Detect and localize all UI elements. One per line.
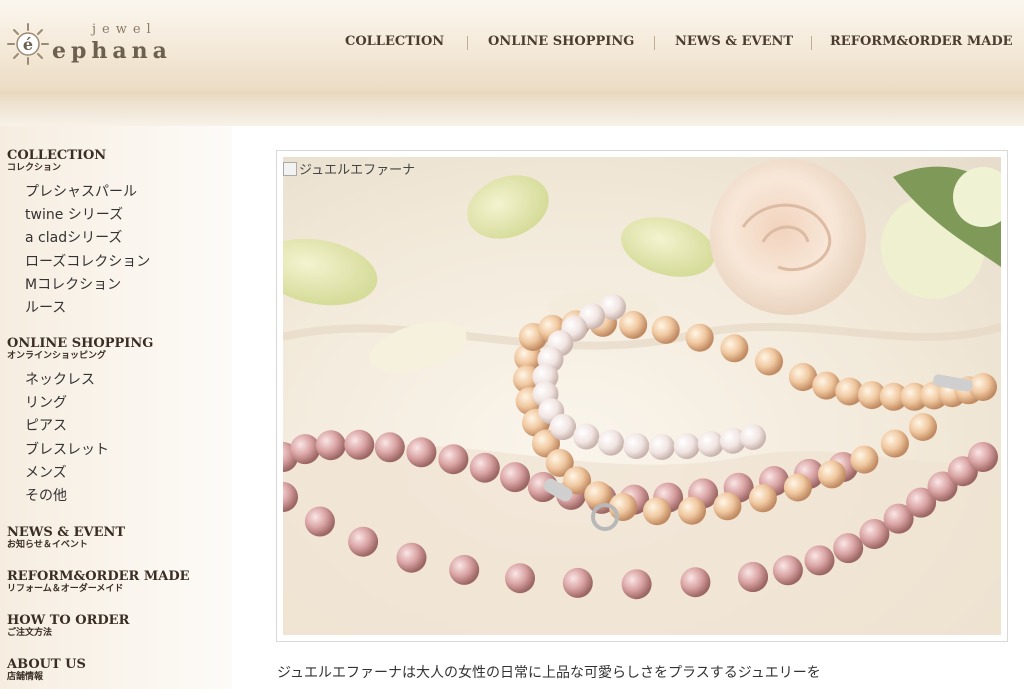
pearl xyxy=(348,526,379,557)
sidebar-heading-online-shopping[interactable]: ONLINE SHOPPING xyxy=(7,337,153,351)
sidebar-heading-news-event[interactable]: NEWS & EVENT xyxy=(7,526,125,540)
pearl xyxy=(673,433,700,460)
sidebar-collection-list: プレシャスパール twine シリーズ a cladシリーズ ローズコレクション… xyxy=(25,181,150,320)
pearl xyxy=(623,433,650,459)
gnav-news-event[interactable]: NEWS & EVENT xyxy=(675,34,793,49)
header-band xyxy=(0,92,1024,126)
sidebar-heading-collection[interactable]: COLLECTION xyxy=(7,149,106,163)
pearl xyxy=(621,569,652,600)
pearl xyxy=(697,430,724,457)
pearl xyxy=(804,545,835,576)
sidebar-heading-how-to-order[interactable]: HOW TO ORDER xyxy=(7,614,129,628)
sidebar-item-other[interactable]: その他 xyxy=(25,485,109,508)
pearl xyxy=(720,334,749,363)
sidebar-item-rose-collection[interactable]: ローズコレクション xyxy=(25,251,150,274)
intro-text: ジュエルエファーナは大人の女性の日常に上品な可愛らしさをプラスするジュエリーを xyxy=(277,665,821,681)
pearl xyxy=(783,473,812,502)
site-header: é jewel ephana COLLECTION ONLINE SHOPPIN… xyxy=(0,0,1024,92)
pearl xyxy=(573,423,600,450)
pearl xyxy=(880,429,909,458)
svg-text:é: é xyxy=(23,35,33,54)
sidebar-item-twine[interactable]: twine シリーズ xyxy=(25,204,150,227)
pearl xyxy=(562,567,593,598)
sidebar-section-collection: COLLECTION コレクション xyxy=(7,149,106,174)
sidebar-subheading-collection: コレクション xyxy=(7,163,62,173)
sidebar-subheading-online-shopping: オンラインショッピング xyxy=(7,351,107,361)
pearl xyxy=(304,506,335,537)
pearl xyxy=(598,429,624,456)
pearl xyxy=(817,460,846,489)
sidebar-heading-about-us[interactable]: ABOUT US xyxy=(7,658,86,672)
sidebar-subheading-news-event: お知らせ＆イベント xyxy=(7,540,88,550)
pearl xyxy=(651,315,680,344)
pearl xyxy=(968,442,998,472)
pearl xyxy=(550,414,576,440)
pearl xyxy=(678,496,706,525)
logo-brand-name: ephana xyxy=(52,38,172,64)
pearl xyxy=(740,424,766,450)
sidebar-item-earrings[interactable]: ピアス xyxy=(25,415,109,438)
hero-image-frame: ジュエルエファーナ xyxy=(276,150,1008,642)
sidebar-item-necklace[interactable]: ネックレス xyxy=(25,369,109,392)
pearl xyxy=(290,434,321,465)
gnav-reform-order[interactable]: REFORM&ORDER MADE xyxy=(830,34,1013,49)
sidebar-item-precious-pearl[interactable]: プレシャスパール xyxy=(25,181,150,204)
gnav-divider xyxy=(654,36,655,50)
sidebar-section-how-to-order: HOW TO ORDER ご注文方法 xyxy=(7,614,129,639)
pearl xyxy=(344,429,375,460)
sidebar-subheading-about-us: 店舗情報 xyxy=(7,672,44,682)
pearl xyxy=(643,497,671,526)
sidebar-subheading-how-to-order: ご注文方法 xyxy=(7,628,53,638)
sidebar-section-online-shopping: ONLINE SHOPPING オンラインショッピング xyxy=(7,337,153,362)
sidebar-item-ring[interactable]: リング xyxy=(25,392,109,415)
site-logo[interactable]: é jewel ephana xyxy=(6,18,191,68)
hero-image: ジュエルエファーナ xyxy=(283,157,1001,635)
pearl xyxy=(772,555,803,586)
sidebar-item-loose[interactable]: ルース xyxy=(25,297,150,320)
sidebar-subheading-reform: リフォーム＆オーダーメイド xyxy=(7,584,124,594)
hero-image-alt: ジュエルエファーナ xyxy=(283,159,415,178)
sidebar-item-a-clad[interactable]: a cladシリーズ xyxy=(25,227,150,250)
pearl xyxy=(500,462,530,493)
pearl xyxy=(619,310,648,339)
pearl xyxy=(449,554,480,585)
pearl-necklace-illustration xyxy=(283,159,1001,635)
sidebar-section-about-us: ABOUT US 店舗情報 xyxy=(7,658,86,683)
sidebar-heading-reform[interactable]: REFORM&ORDER MADE xyxy=(7,570,190,584)
pearl xyxy=(738,562,768,592)
gnav-divider xyxy=(811,36,812,50)
sidebar-item-m-collection[interactable]: Mコレクション xyxy=(25,274,150,297)
pearl xyxy=(969,373,997,401)
pearl xyxy=(438,444,469,475)
pearl xyxy=(833,533,864,564)
pearl xyxy=(505,563,535,594)
pearl xyxy=(396,542,427,573)
sidebar-section-reform: REFORM&ORDER MADE リフォーム＆オーダーメイド xyxy=(7,570,190,595)
logo-jewel-text: jewel xyxy=(92,22,157,37)
sidebar-shopping-list: ネックレス リング ピアス ブレスレット メンズ その他 xyxy=(25,369,109,508)
gnav-online-shopping[interactable]: ONLINE SHOPPING xyxy=(488,34,634,49)
gnav-divider xyxy=(467,36,468,50)
pearl xyxy=(850,445,879,474)
broken-image-icon xyxy=(283,162,297,176)
sidebar-section-news-event: NEWS & EVENT お知らせ＆イベント xyxy=(7,526,125,551)
pearl xyxy=(315,430,346,461)
pearl xyxy=(909,413,937,441)
pearl xyxy=(406,437,437,468)
pearl xyxy=(374,432,405,463)
pearl xyxy=(755,347,783,376)
pearl xyxy=(469,452,500,483)
pearl xyxy=(685,323,714,352)
sun-logo-icon: é xyxy=(7,23,49,65)
gnav-collection[interactable]: COLLECTION xyxy=(345,34,444,49)
pearl xyxy=(648,434,675,460)
hero-image-alt-text: ジュエルエファーナ xyxy=(299,163,416,178)
sidebar-item-bracelet[interactable]: ブレスレット xyxy=(25,439,109,462)
sidebar-item-mens[interactable]: メンズ xyxy=(25,462,109,485)
pearl xyxy=(713,492,742,521)
pearl xyxy=(680,567,711,598)
pearl xyxy=(748,484,777,513)
